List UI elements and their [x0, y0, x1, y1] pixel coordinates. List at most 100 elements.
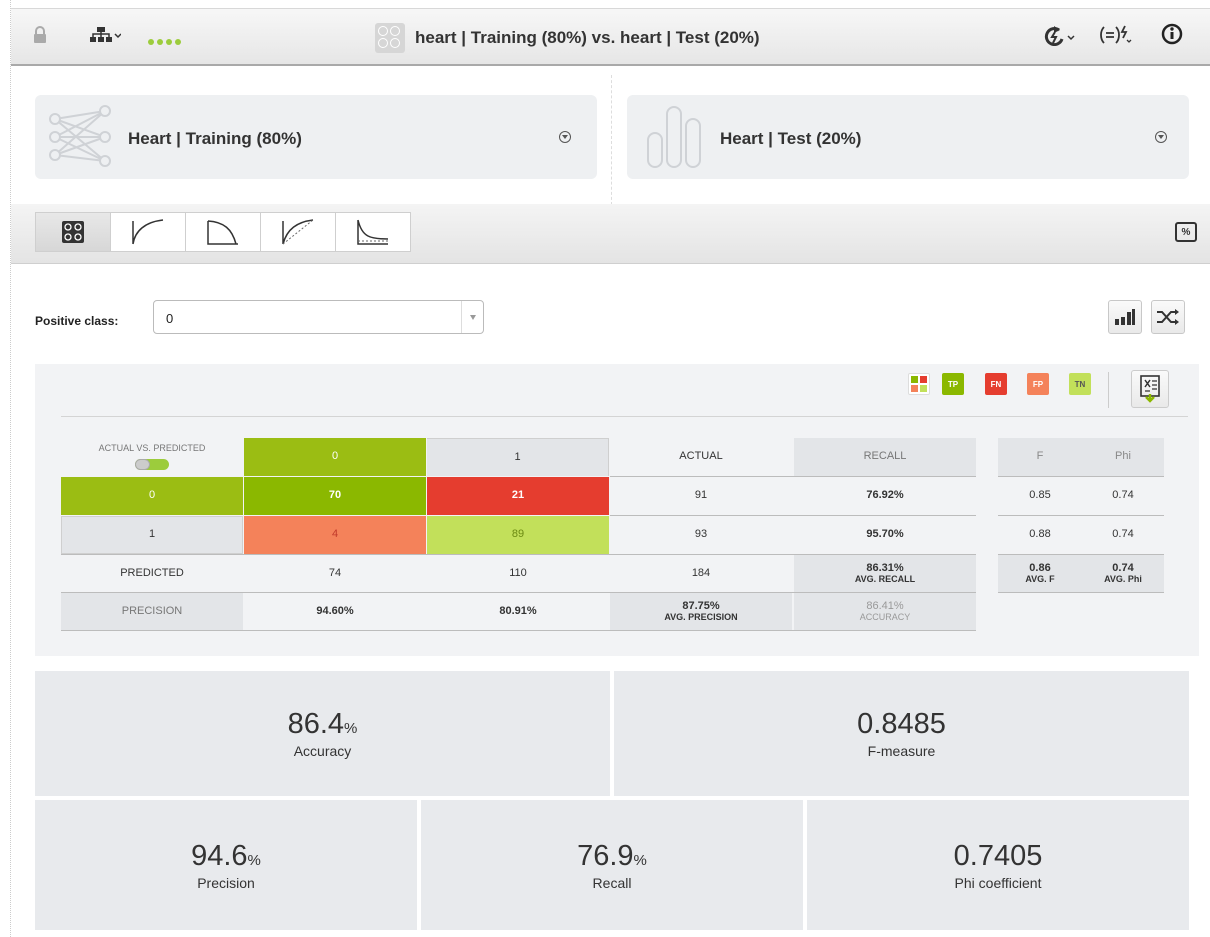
lock-icon[interactable]: [33, 26, 47, 49]
lift-curve-icon: [357, 219, 389, 245]
dataset-card[interactable]: Heart | Test (20%): [627, 95, 1189, 179]
avg-f-label: AVG. F: [1025, 573, 1055, 584]
precision-label: PRECISION: [61, 593, 243, 630]
actual-header: ACTUAL: [679, 450, 723, 463]
avg-phi-label: AVG. Phi: [1104, 573, 1142, 584]
avg-phi: 0.74 AVG. Phi: [1082, 555, 1164, 592]
info-icon[interactable]: [1161, 23, 1183, 50]
tab-precision-recall[interactable]: [185, 212, 261, 252]
grand-total: 184: [691, 566, 711, 579]
recall-number: 76.9: [577, 839, 634, 872]
legend-fn[interactable]: FN: [985, 373, 1007, 395]
avg-phi-value: 0.74: [1112, 562, 1134, 574]
shuffle-button[interactable]: [1151, 300, 1185, 334]
tab-roc-curve[interactable]: [110, 212, 186, 252]
precision-0: 94.60%: [316, 604, 354, 617]
confusion-matrix-icon: [62, 221, 84, 243]
recall-1: 95.70%: [866, 528, 904, 541]
gain-curve-icon: [282, 219, 314, 245]
row-header-0[interactable]: 0: [61, 477, 243, 515]
bar-chart-button[interactable]: [1108, 300, 1142, 334]
cell-tn[interactable]: 89: [427, 516, 609, 554]
legend-fp[interactable]: FP: [1027, 373, 1049, 395]
actual-vs-predicted-switch[interactable]: [135, 458, 169, 470]
export-excel-icon: [1140, 375, 1160, 403]
f-1: 0.88: [1029, 528, 1051, 541]
col-header-1[interactable]: 1: [427, 438, 609, 476]
hierarchy-icon[interactable]: [89, 26, 122, 49]
f-measure-tile: 0.8485 F-measure: [614, 671, 1189, 796]
dataset-icon: [645, 105, 705, 174]
cell-tp[interactable]: 70: [244, 477, 426, 515]
accuracy-label: ACCURACY: [859, 611, 911, 622]
tab-gain-curve[interactable]: [260, 212, 336, 252]
predicted-total-0: 74: [328, 566, 342, 579]
avg-recall-label: AVG. RECALL: [854, 573, 916, 584]
dataset-name: Heart | Test (20%): [720, 129, 862, 148]
col-header-0[interactable]: 0: [244, 438, 426, 476]
recall-tile-label: Recall: [592, 874, 632, 891]
accuracy-unit: %: [344, 720, 358, 737]
positive-class-label: Positive class:: [35, 314, 119, 328]
accuracy-tile-label: Accuracy: [293, 743, 352, 759]
phi-0: 0.74: [1112, 489, 1134, 502]
accuracy-number: 86.4: [287, 708, 345, 740]
positive-class-select[interactable]: 0: [153, 300, 484, 334]
model-card[interactable]: Heart | Training (80%): [35, 95, 597, 179]
recall-unit: %: [633, 851, 647, 869]
evaluation-icon: [375, 23, 405, 53]
color-legend-toggle[interactable]: [908, 373, 930, 395]
chevron-down-icon[interactable]: [559, 131, 571, 143]
predicted-label: PREDICTED: [120, 566, 184, 579]
avg-recall: 86.31% AVG. RECALL: [794, 555, 976, 592]
recall-tile: 76.9% Recall: [421, 800, 803, 930]
f-measure-tile-label: F-measure: [867, 743, 936, 759]
card-divider: [611, 75, 612, 205]
shuffle-icon: [1157, 309, 1179, 325]
predicted-total-1: 110: [509, 566, 527, 579]
precision-tile-label: Precision: [197, 874, 255, 891]
cell-fp[interactable]: 4: [244, 516, 426, 554]
bar-chart-icon: [1115, 309, 1135, 325]
f-0: 0.85: [1029, 489, 1051, 502]
avg-f-value: 0.86: [1029, 562, 1051, 574]
avg-recall-value: 86.31%: [866, 562, 904, 574]
percent-icon[interactable]: %: [1175, 222, 1197, 242]
row-line: [998, 592, 1164, 593]
cell-fn[interactable]: 21: [427, 477, 609, 515]
precision-tile: 94.6% Precision: [35, 800, 417, 930]
chevron-down-icon[interactable]: [1155, 131, 1167, 143]
tab-lift-curve[interactable]: [335, 212, 411, 252]
model-icon: [47, 105, 113, 174]
phi-tile-label: Phi coefficient: [954, 874, 1042, 891]
avg-precision-value: 87.75%: [682, 600, 720, 612]
refresh-icon[interactable]: [1041, 24, 1075, 51]
formula-icon[interactable]: [1099, 24, 1133, 51]
panel-divider: [61, 416, 1188, 417]
tab-confusion-matrix[interactable]: [35, 212, 111, 252]
legend-tp[interactable]: TP: [942, 373, 964, 395]
actual-vs-predicted-label: ACTUAL VS. PREDICTED: [98, 443, 206, 454]
positive-class-value: 0: [166, 311, 174, 326]
accuracy-value: 86.41%: [866, 600, 904, 612]
phi-1: 0.74: [1112, 528, 1134, 541]
precision-1: 80.91%: [499, 604, 537, 617]
page-title: heart | Training (80%) vs. heart | Test …: [415, 28, 760, 47]
matrix-corner: ACTUAL VS. PREDICTED: [61, 438, 243, 476]
legend-tn[interactable]: TN: [1069, 373, 1091, 395]
f-measure-number: 0.8485: [857, 708, 946, 740]
evaluation-page: heart | Training (80%) vs. heart | Test …: [10, 0, 1210, 937]
precision-recall-icon: [207, 220, 238, 245]
status-dots-icon: [147, 33, 187, 51]
precision-number: 94.6: [191, 839, 248, 872]
phi-tile: 0.7405 Phi coefficient: [807, 800, 1189, 930]
f-header: F: [998, 438, 1082, 476]
row-line: [61, 630, 976, 631]
accuracy-tile: 86.4% Accuracy: [35, 671, 610, 796]
avg-precision-label: AVG. PRECISION: [664, 611, 738, 622]
export-excel-button[interactable]: [1131, 370, 1169, 408]
row-header-1[interactable]: 1: [61, 516, 243, 554]
chevron-down-icon[interactable]: [461, 301, 483, 333]
page-title-wrap: heart | Training (80%) vs. heart | Test …: [375, 23, 760, 53]
precision-unit: %: [247, 851, 261, 869]
